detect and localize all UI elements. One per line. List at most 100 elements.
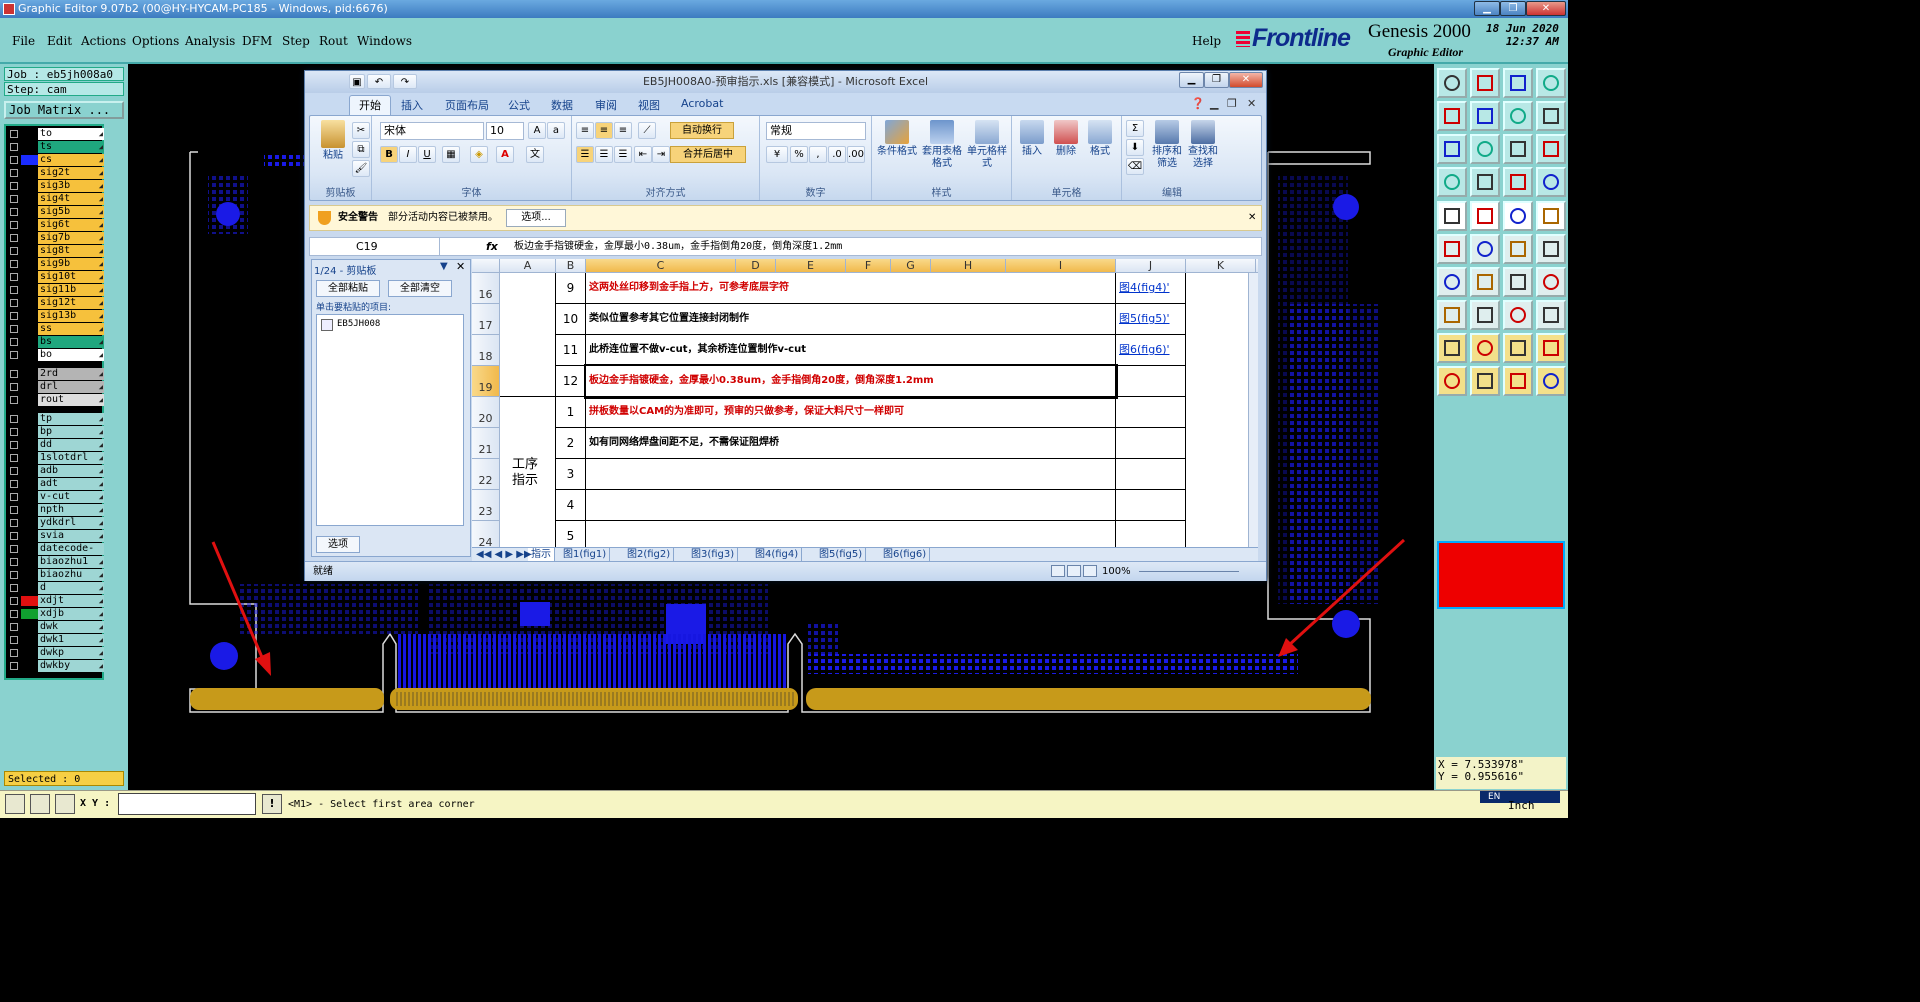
formula-input[interactable]: 板边金手指镀硬金，金厚最小0.38um，金手指倒角20度，倒角深度1.2mm: [514, 238, 842, 255]
tool-button-34[interactable]: [1503, 333, 1533, 363]
copy-icon[interactable]: ⧉: [352, 141, 370, 158]
sheet-nav-icon[interactable]: ◀◀ ◀ ▶ ▶▶: [476, 548, 532, 561]
layer-row-dwk[interactable]: dwk: [8, 621, 104, 633]
layer-name[interactable]: tp: [38, 413, 104, 425]
cell-instruction[interactable]: 此桥连位置不做v-cut，其余桥连位置制作v-cut: [586, 335, 1116, 366]
merge-center-button[interactable]: 合并后居中: [670, 146, 746, 163]
tool-button-19[interactable]: [1536, 201, 1566, 231]
column-header-G[interactable]: G: [891, 259, 931, 273]
cell-figure-link[interactable]: [1116, 366, 1186, 397]
layer-name[interactable]: dwk1: [38, 634, 104, 646]
tool-button-11[interactable]: [1536, 134, 1566, 164]
tool-button-38[interactable]: [1503, 366, 1533, 396]
tool-button-13[interactable]: [1470, 167, 1500, 197]
layer-name[interactable]: v-cut: [38, 491, 104, 503]
layer-name[interactable]: dwkby: [38, 660, 104, 672]
layer-color-swatch[interactable]: [21, 518, 38, 528]
layer-checkbox[interactable]: [10, 545, 18, 553]
comma-icon[interactable]: ,: [809, 146, 827, 163]
layer-color-swatch[interactable]: [21, 466, 38, 476]
border-icon[interactable]: ▦: [442, 146, 460, 163]
cell-number[interactable]: 5: [556, 521, 586, 547]
layer-name[interactable]: adt: [38, 478, 104, 490]
cell-number[interactable]: 2: [556, 428, 586, 459]
layer-row-1slotdrl[interactable]: 1slotdrl: [8, 452, 104, 464]
tool-button-25[interactable]: [1470, 267, 1500, 297]
format-as-table-button[interactable]: 套用表格格式: [920, 120, 964, 170]
sheet-tab-3[interactable]: 图3(fig3): [688, 548, 739, 561]
layer-color-swatch[interactable]: [21, 207, 38, 217]
xy-input[interactable]: [118, 793, 256, 815]
layer-color-swatch[interactable]: [21, 350, 38, 360]
layer-checkbox[interactable]: [10, 649, 18, 657]
layer-row-adt[interactable]: adt: [8, 478, 104, 490]
fill-color-icon[interactable]: ◈: [470, 146, 488, 163]
layer-row-to[interactable]: to: [8, 128, 104, 140]
layer-color-swatch[interactable]: [21, 544, 38, 554]
layer-name[interactable]: sig8t: [38, 245, 104, 257]
column-header-C[interactable]: C: [586, 259, 736, 273]
layer-row-sig4t[interactable]: sig4t: [8, 193, 104, 205]
layer-row-drl[interactable]: drl: [8, 381, 104, 393]
layer-name[interactable]: drl: [38, 381, 104, 393]
grow-font-icon[interactable]: A: [528, 122, 546, 139]
layer-row-svia[interactable]: svia: [8, 530, 104, 542]
layer-name[interactable]: sig6t: [38, 219, 104, 231]
layer-checkbox[interactable]: [10, 519, 18, 527]
tool-button-37[interactable]: [1470, 366, 1500, 396]
layer-color-swatch[interactable]: [21, 596, 38, 606]
cell-number[interactable]: 11: [556, 335, 586, 366]
layer-color-swatch[interactable]: [21, 395, 38, 405]
wrap-text-button[interactable]: 自动换行: [670, 122, 734, 139]
layer-color-swatch[interactable]: [21, 583, 38, 593]
tool-button-31[interactable]: [1536, 300, 1566, 330]
layer-color-swatch[interactable]: [21, 233, 38, 243]
layer-row-sig12t[interactable]: sig12t: [8, 297, 104, 309]
layer-color-swatch[interactable]: [21, 324, 38, 334]
tool-button-23[interactable]: [1536, 234, 1566, 264]
layer-row-sig13b[interactable]: sig13b: [8, 310, 104, 322]
layer-name[interactable]: dwkp: [38, 647, 104, 659]
insert-cells-button[interactable]: 插入: [1016, 120, 1048, 158]
alert-icon[interactable]: !: [262, 794, 282, 814]
menu-edit[interactable]: Edit: [47, 34, 72, 48]
increase-indent-icon[interactable]: ⇥: [652, 146, 670, 163]
undo-icon[interactable]: ↶: [367, 74, 391, 89]
tool-button-3[interactable]: [1536, 68, 1566, 98]
layer-row-cs[interactable]: cs: [8, 154, 104, 166]
layer-name[interactable]: svia: [38, 530, 104, 542]
clipboard-options-button[interactable]: 选项: [316, 536, 360, 553]
layer-color-swatch[interactable]: [21, 129, 38, 139]
format-cells-button[interactable]: 格式: [1084, 120, 1116, 158]
menu-file[interactable]: File: [12, 34, 35, 48]
italic-button[interactable]: I: [399, 146, 417, 163]
cell-number[interactable]: 12: [556, 366, 586, 397]
layer-row-bp[interactable]: bp: [8, 426, 104, 438]
layer-color-swatch[interactable]: [21, 155, 38, 165]
menu-dfm[interactable]: DFM: [242, 34, 272, 48]
layer-color-swatch[interactable]: [21, 609, 38, 619]
layer-name[interactable]: dwk: [38, 621, 104, 633]
layer-name[interactable]: xdjb: [38, 608, 104, 620]
column-header-F[interactable]: F: [846, 259, 891, 273]
sheet-tab-1[interactable]: 图1(fig1): [560, 548, 611, 561]
decrease-decimal-icon[interactable]: .00: [847, 146, 865, 163]
tool-button-30[interactable]: [1503, 300, 1533, 330]
tool-button-7[interactable]: [1536, 101, 1566, 131]
layer-name[interactable]: ts: [38, 141, 104, 153]
sheet-tab-4[interactable]: 图4(fig4): [752, 548, 803, 561]
tool-button-36[interactable]: [1437, 366, 1467, 396]
layer-checkbox[interactable]: [10, 370, 18, 378]
layer-name[interactable]: adb: [38, 465, 104, 477]
layer-color-swatch[interactable]: [21, 492, 38, 502]
zoom-slider[interactable]: [1139, 571, 1239, 581]
column-header-K[interactable]: K: [1186, 259, 1256, 273]
layer-checkbox[interactable]: [10, 662, 18, 670]
cell-number[interactable]: 1: [556, 397, 586, 428]
layer-checkbox[interactable]: [10, 383, 18, 391]
row-header-20[interactable]: 20: [472, 397, 500, 428]
layer-row-sig10t[interactable]: sig10t: [8, 271, 104, 283]
security-options-button[interactable]: 选项...: [506, 209, 566, 227]
page-break-view-icon[interactable]: [1083, 565, 1097, 577]
function-icon[interactable]: fx: [486, 238, 498, 255]
